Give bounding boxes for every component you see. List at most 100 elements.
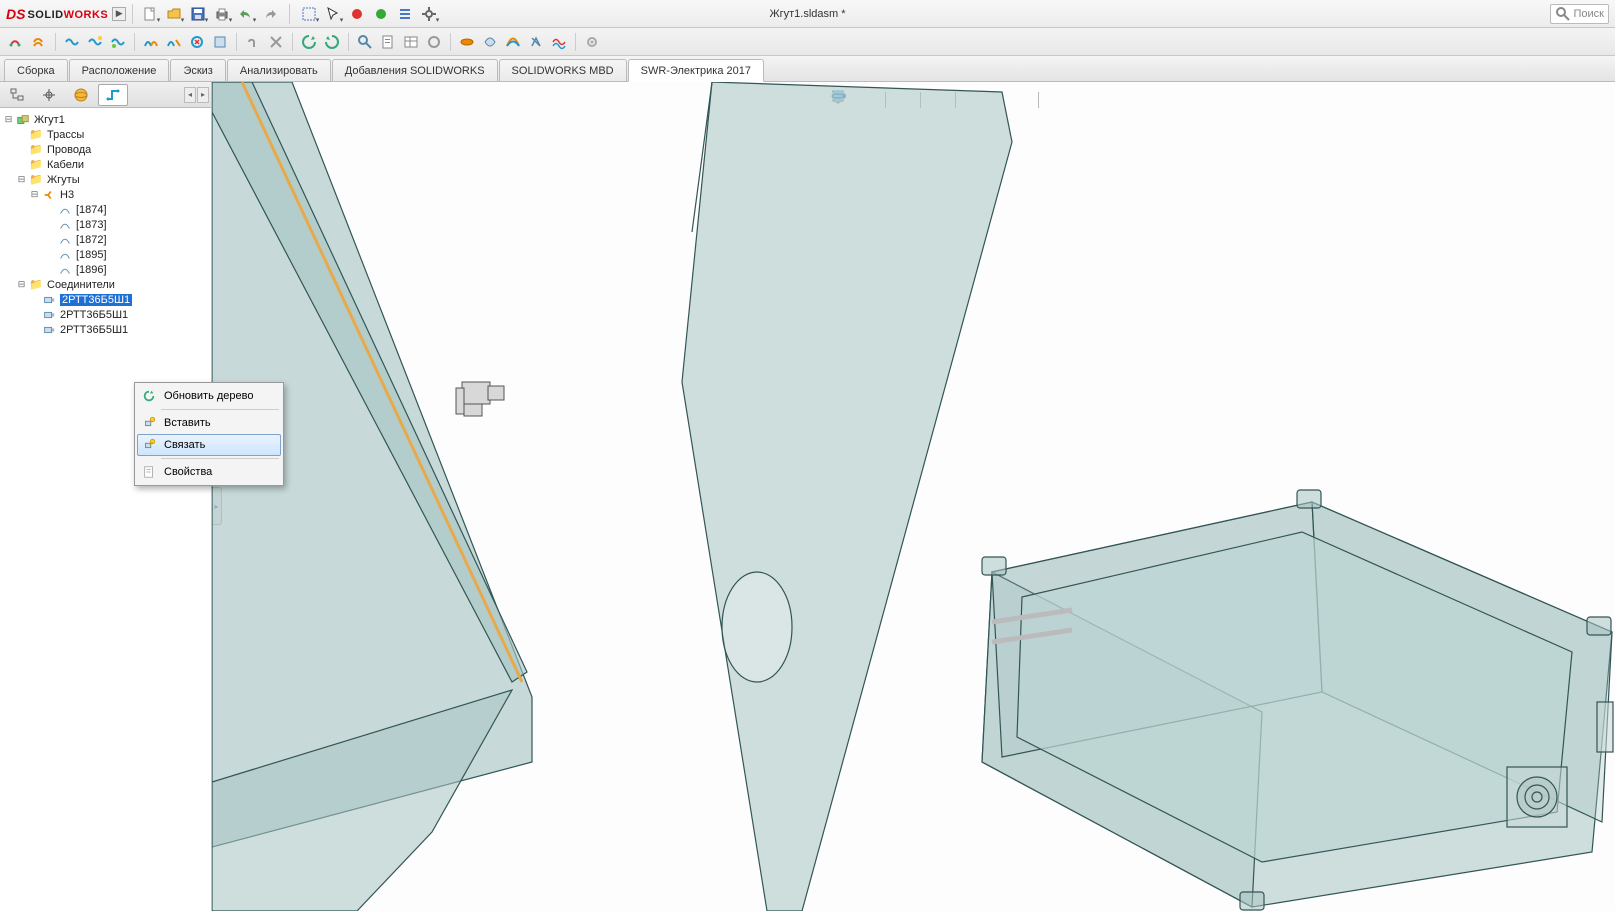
globe-icon (73, 87, 89, 103)
tree-connector-item[interactable]: 2РТТ36Б5Ш1 (2, 322, 209, 337)
segment-icon (57, 263, 73, 277)
tree-folder-harnesses[interactable]: ⊟📁Жгуты (2, 172, 209, 187)
fm-tab-tree[interactable] (2, 84, 32, 106)
tool-btn-8[interactable] (187, 32, 207, 52)
rebuild-green-button[interactable] (370, 3, 392, 25)
connector-icon (41, 308, 57, 322)
tree-folder-wires[interactable]: 📁Провода (2, 142, 209, 157)
tool-btn-14[interactable] (355, 32, 375, 52)
route-icon (105, 87, 121, 103)
tool-btn-16[interactable] (401, 32, 421, 52)
fm-tab-electric[interactable] (98, 84, 128, 106)
fm-tab-nav: ◂ ▸ (184, 87, 209, 103)
tool-btn-23[interactable] (582, 32, 602, 52)
tool-btn-7[interactable] (164, 32, 184, 52)
new-doc-button[interactable] (139, 3, 161, 25)
model-render (212, 82, 1615, 911)
tool-btn-13[interactable] (322, 32, 342, 52)
undo-button[interactable] (235, 3, 257, 25)
tree-h3-item[interactable]: [1873] (2, 217, 209, 232)
properties-icon (140, 463, 158, 481)
tool-btn-4[interactable] (85, 32, 105, 52)
expand-menu-button[interactable]: ▶ (112, 7, 126, 21)
tree-h3-item[interactable]: [1896] (2, 262, 209, 277)
separator (292, 33, 293, 51)
tool-btn-10[interactable] (243, 32, 263, 52)
tab-swr-electric[interactable]: SWR-Электрика 2017 (628, 59, 764, 82)
folder-icon: 📁 (28, 278, 44, 292)
fm-tab-property[interactable] (34, 84, 64, 106)
tree-icon (9, 87, 25, 103)
save-button[interactable] (187, 3, 209, 25)
folder-icon: 📁 (28, 128, 44, 142)
tab-layout[interactable]: Расположение (69, 59, 170, 81)
tree-folder-routes[interactable]: 📁Трассы (2, 127, 209, 142)
fm-nav-prev[interactable]: ◂ (184, 87, 196, 103)
logo-ds: DS (6, 6, 25, 22)
tab-mbd[interactable]: SOLIDWORKS MBD (499, 59, 627, 81)
separator (55, 33, 56, 51)
tab-evaluate[interactable]: Анализировать (227, 59, 331, 81)
ctx-refresh-tree[interactable]: Обновить дерево (137, 385, 281, 407)
tree-connector-item[interactable]: 2РТТ36Б5Ш1 (2, 307, 209, 322)
app-logo: DS SOLIDWORKS (6, 6, 108, 22)
tree-connector-item[interactable]: 2РТТ36Б5Ш1 (2, 292, 209, 307)
separator (134, 33, 135, 51)
tool-btn-21[interactable] (526, 32, 546, 52)
search-placeholder: Поиск (1574, 8, 1604, 20)
tab-assembly[interactable]: Сборка (4, 59, 68, 81)
cursor-button[interactable] (322, 3, 344, 25)
tool-btn-2[interactable] (29, 32, 49, 52)
segment-icon (57, 248, 73, 262)
separator (450, 33, 451, 51)
redo-button[interactable] (259, 3, 281, 25)
print-button[interactable] (211, 3, 233, 25)
logo-solidworks: SOLIDWORKS (27, 6, 108, 21)
feature-tree[interactable]: ⊟Жгут1 📁Трассы 📁Провода 📁Кабели ⊟📁Жгуты … (0, 108, 211, 911)
main-area: ◂ ▸ ⊟Жгут1 📁Трассы 📁Провода 📁Кабели ⊟📁Жг… (0, 82, 1615, 911)
tree-h3-item[interactable]: [1872] (2, 232, 209, 247)
tool-btn-3[interactable] (62, 32, 82, 52)
insert-icon (140, 414, 158, 432)
tool-btn-5[interactable] (108, 32, 128, 52)
ctx-insert[interactable]: Вставить (137, 412, 281, 434)
rebuild-red-button[interactable] (346, 3, 368, 25)
separator (161, 409, 279, 410)
select-button[interactable] (298, 3, 320, 25)
settings-gear-button[interactable] (418, 3, 440, 25)
tree-folder-cables[interactable]: 📁Кабели (2, 157, 209, 172)
options-list-button[interactable] (394, 3, 416, 25)
tree-folder-connectors[interactable]: ⊟📁Соединители (2, 277, 209, 292)
fm-nav-next[interactable]: ▸ (197, 87, 209, 103)
tree-h3-item[interactable]: [1874] (2, 202, 209, 217)
tab-sketch[interactable]: Эскиз (170, 59, 225, 81)
tool-btn-1[interactable] (6, 32, 26, 52)
tree-root[interactable]: ⊟Жгут1 (2, 112, 209, 127)
tool-btn-17[interactable] (424, 32, 444, 52)
tool-btn-9[interactable] (210, 32, 230, 52)
command-manager-tabs: Сборка Расположение Эскиз Анализировать … (0, 56, 1615, 82)
tree-h3-item[interactable]: [1895] (2, 247, 209, 262)
context-menu: Обновить дерево Вставить Связать Свойств… (134, 382, 284, 486)
tool-btn-22[interactable] (549, 32, 569, 52)
tab-addins[interactable]: Добавления SOLIDWORKS (332, 59, 498, 81)
tool-btn-11[interactable] (266, 32, 286, 52)
tool-btn-20[interactable] (503, 32, 523, 52)
graphics-viewport[interactable]: ▸ (212, 82, 1615, 911)
folder-icon: 📁 (28, 158, 44, 172)
open-doc-button[interactable] (163, 3, 185, 25)
ctx-link[interactable]: Связать (137, 434, 281, 456)
tool-btn-19[interactable] (480, 32, 500, 52)
tool-btn-15[interactable] (378, 32, 398, 52)
link-icon (140, 436, 158, 454)
fm-tab-config[interactable] (66, 84, 96, 106)
tool-btn-12[interactable] (299, 32, 319, 52)
search-box[interactable]: Поиск (1550, 4, 1609, 24)
ctx-properties[interactable]: Свойства (137, 461, 281, 483)
separator (132, 4, 133, 24)
tool-btn-18[interactable] (457, 32, 477, 52)
feature-manager-tabs: ◂ ▸ (0, 82, 211, 108)
tree-h3[interactable]: ⊟H3 (2, 187, 209, 202)
separator (236, 33, 237, 51)
tool-btn-6[interactable] (141, 32, 161, 52)
